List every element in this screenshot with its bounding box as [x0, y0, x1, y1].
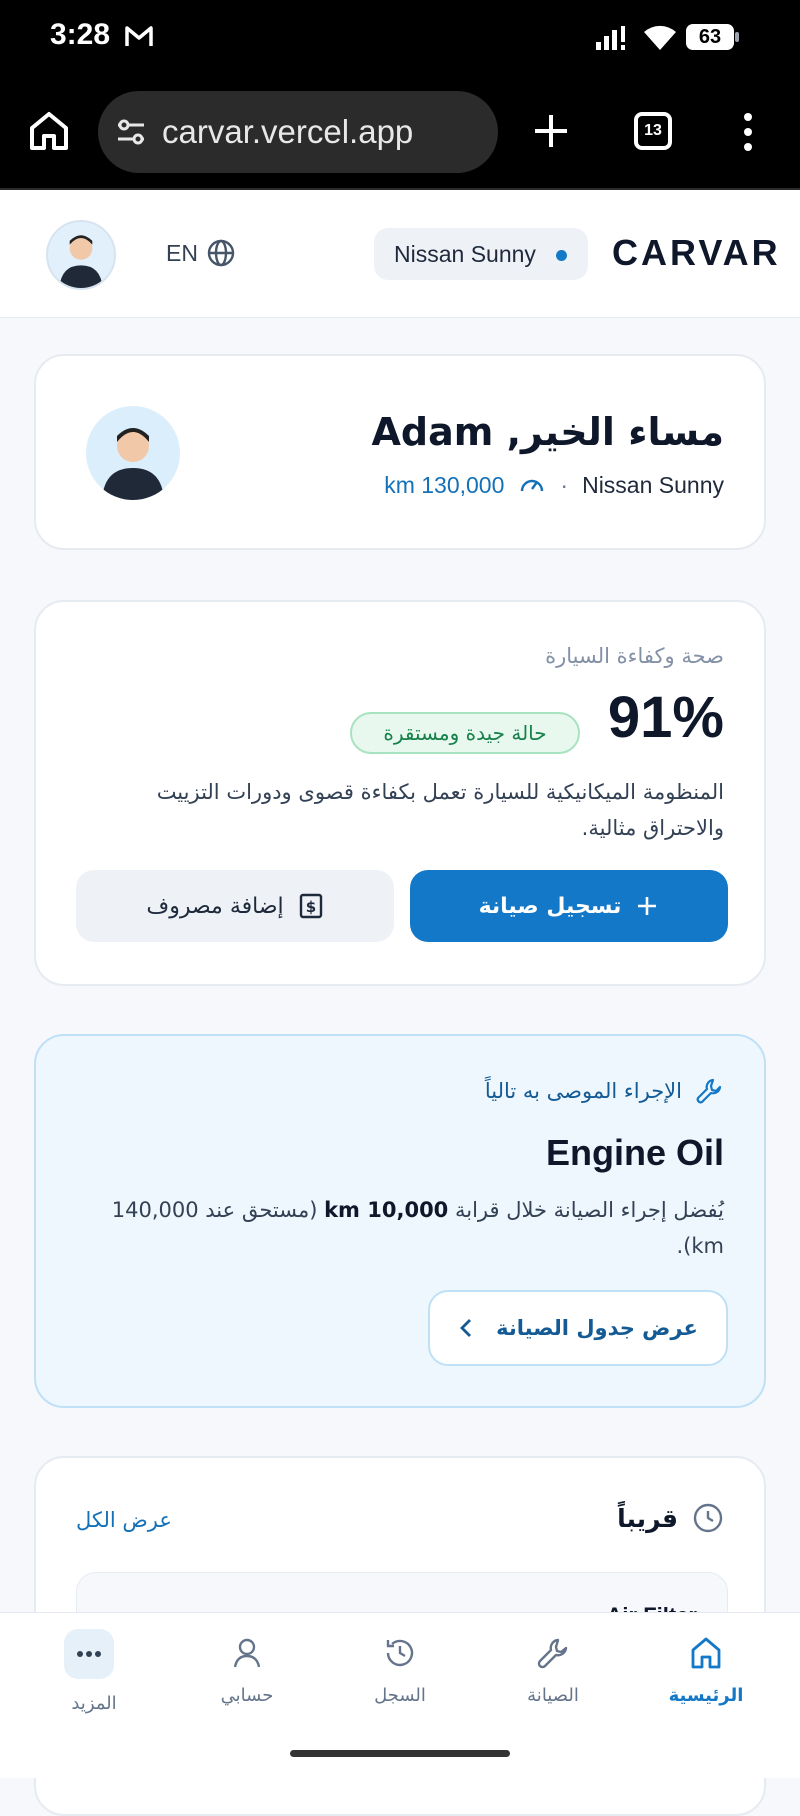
status-bar: 3:28 63 [0, 0, 800, 76]
recommendation-heading-text: الإجراء الموصى به تالياً [484, 1079, 682, 1103]
wifi-icon [644, 25, 676, 50]
view-schedule-label: عرض جدول الصيانة [496, 1316, 698, 1340]
view-all-link[interactable]: عرض الكل [76, 1508, 172, 1532]
avatar-illustration [102, 428, 164, 500]
mileage-value: km 130,000 [384, 471, 505, 498]
gesture-bar [0, 1728, 800, 1778]
greeting-card: مساء الخير, Adam km 130,000 · Nissan Sun… [34, 354, 766, 550]
nav-history-label: السجل [374, 1685, 426, 1706]
nav-account[interactable]: حسابي [172, 1613, 322, 1729]
car-name: Nissan Sunny [582, 471, 724, 498]
view-schedule-button[interactable]: عرض جدول الصيانة [428, 1290, 728, 1366]
svg-text:$: $ [305, 898, 315, 916]
browser-toolbar: carvar.vercel.app 13 [0, 76, 800, 190]
log-maintenance-label: تسجيل صيانة [478, 893, 622, 919]
nav-home[interactable]: الرئيسية [631, 1613, 781, 1729]
car-selector-label: Nissan Sunny [394, 241, 536, 267]
health-percent: 91% [607, 685, 724, 750]
address-bar[interactable]: carvar.vercel.app [98, 91, 498, 173]
add-expense-button[interactable]: $ إضافة مصروف [76, 870, 394, 942]
nav-more[interactable]: المزيد [19, 1613, 169, 1729]
wrench-icon [537, 1638, 568, 1669]
plus-icon [638, 897, 657, 915]
nav-maintenance-label: الصيانة [527, 1685, 579, 1706]
clock-icon [693, 1503, 723, 1533]
signal-icon [596, 26, 625, 50]
log-maintenance-button[interactable]: تسجيل صيانة [410, 870, 728, 942]
user-icon [233, 1638, 261, 1668]
health-card: صحة وكفاءة السيارة 91% حالة جيدة ومستقرة… [34, 600, 766, 986]
nav-history[interactable]: السجل [325, 1613, 475, 1729]
add-expense-label: إضافة مصروف [146, 893, 284, 919]
nav-account-label: حسابي [220, 1685, 274, 1706]
more-icon-container [64, 1629, 114, 1679]
nav-more-label: المزيد [71, 1693, 117, 1714]
receipt-icon: $ [299, 893, 322, 919]
app-logo[interactable]: CARVAR [612, 232, 781, 274]
upcoming-title: قريباً [617, 1503, 678, 1533]
browser-menu-icon[interactable] [742, 112, 754, 152]
profile-avatar[interactable] [46, 220, 116, 290]
separator: · [560, 471, 569, 498]
active-car-dot [556, 250, 567, 261]
wrench-icon [696, 1078, 722, 1104]
car-selector[interactable]: Nissan Sunny [374, 228, 588, 280]
upcoming-heading: قريباً [617, 1502, 724, 1534]
recommendation-card: الإجراء الموصى به تالياً Engine Oil يُفض… [34, 1034, 766, 1408]
new-tab-icon[interactable] [532, 112, 570, 150]
desc-distance: km 10,000 [324, 1198, 449, 1222]
language-toggle[interactable]: EN [166, 240, 198, 267]
user-avatar [86, 406, 180, 500]
home-icon [691, 1637, 721, 1669]
site-settings-icon[interactable] [114, 115, 148, 149]
home-indicator[interactable] [290, 1750, 510, 1757]
recommendation-description: يُفضل إجراء الصيانة خلال قرابة km 10,000… [104, 1192, 724, 1264]
avatar-illustration [59, 235, 103, 288]
history-icon [386, 1639, 414, 1667]
nav-home-label: الرئيسية [668, 1685, 744, 1706]
health-label: صحة وكفاءة السيارة [545, 644, 724, 668]
recommendation-title: Engine Oil [545, 1132, 724, 1173]
battery-level: 63 [698, 26, 722, 48]
chevron-left-icon [460, 1319, 472, 1337]
tab-switcher-button[interactable]: 13 [634, 112, 672, 150]
health-description: المنظومة الميكانيكية للسيارة تعمل بكفاءة… [156, 780, 724, 840]
speedometer-icon [521, 479, 544, 492]
gmail-icon [125, 26, 153, 46]
status-time: 3:28 [50, 18, 111, 51]
battery-icon: 63 [686, 22, 740, 52]
browser-home-icon[interactable] [26, 108, 72, 154]
url-text: carvar.vercel.app [162, 113, 414, 150]
more-dots-icon [77, 1651, 101, 1657]
nav-maintenance[interactable]: الصيانة [478, 1613, 628, 1729]
car-summary: km 130,000 · Nissan Sunny [384, 470, 724, 500]
desc-text-1: يُفضل إجراء الصيانة خلال قرابة [454, 1198, 724, 1222]
globe-icon[interactable] [206, 238, 236, 268]
bottom-navigation: الرئيسية الصيانة السجل حسابي المزيد [0, 1612, 800, 1728]
app-header: EN Nissan Sunny CARVAR [0, 190, 800, 318]
greeting-title: مساء الخير, Adam [371, 410, 724, 454]
status-badge: حالة جيدة ومستقرة [350, 712, 580, 754]
recommendation-heading: الإجراء الموصى به تالياً [485, 1076, 724, 1106]
